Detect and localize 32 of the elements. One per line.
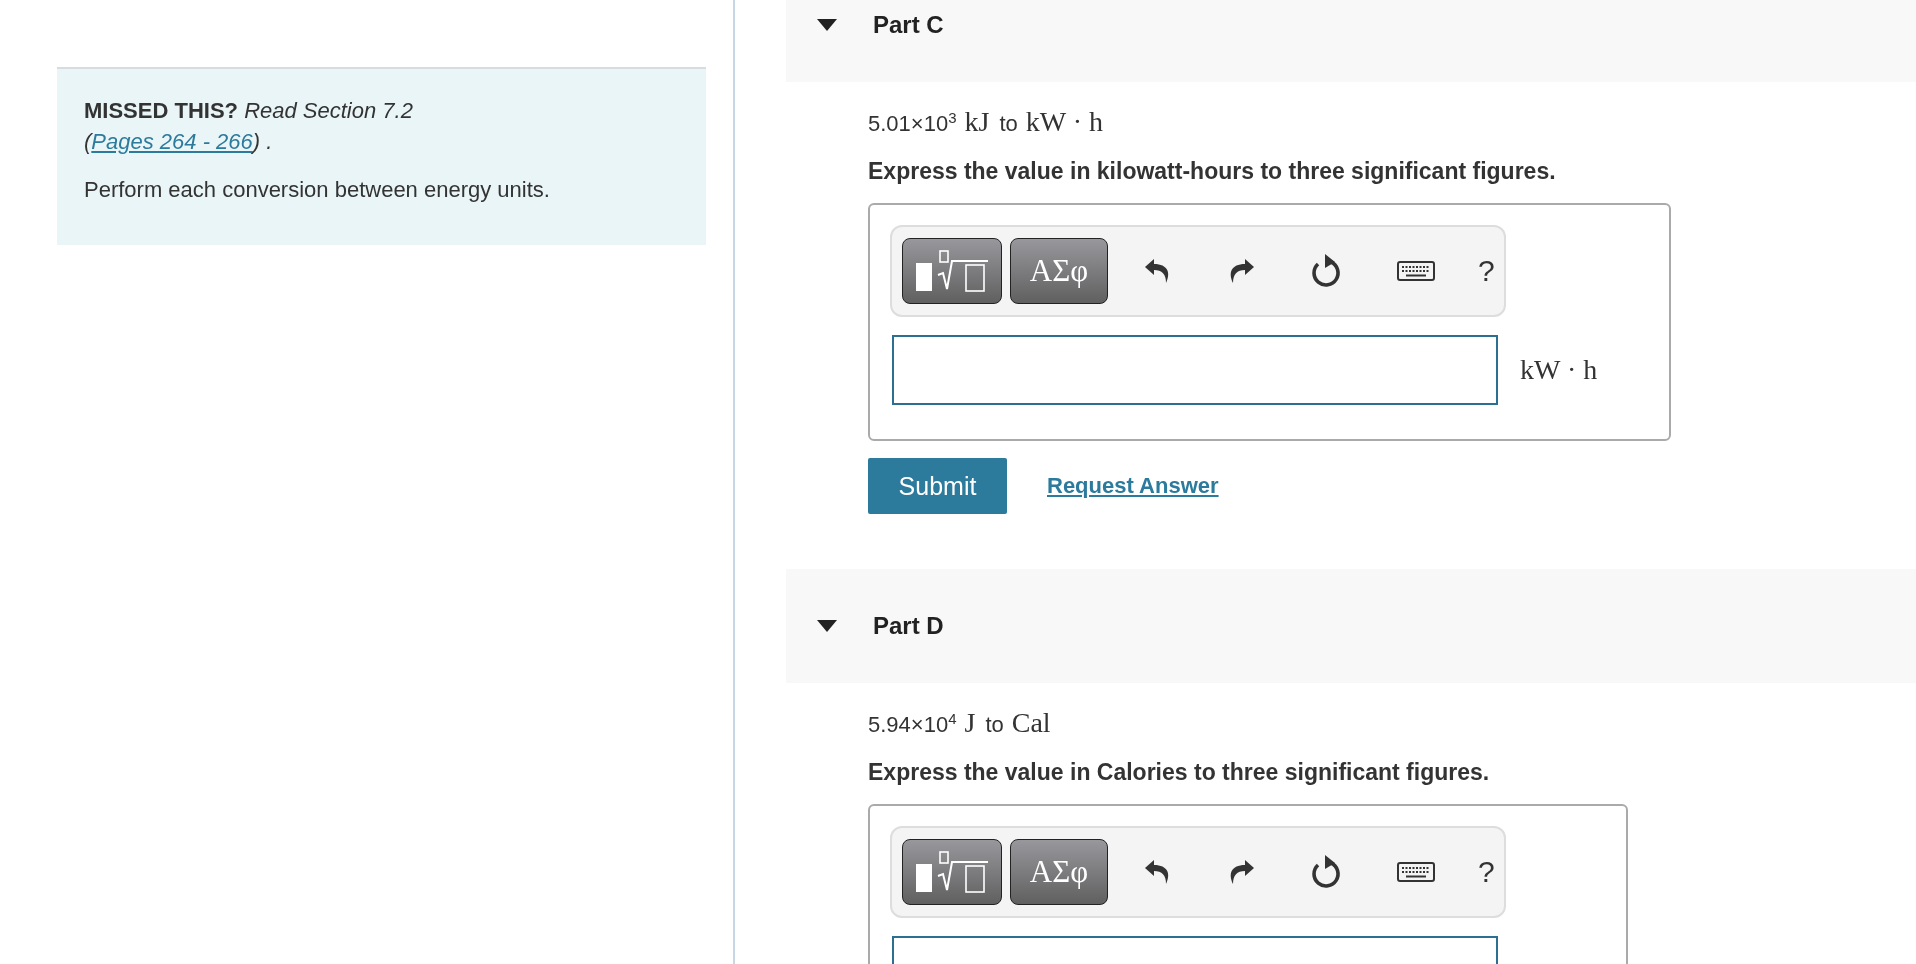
part-header[interactable]: Part C — [786, 0, 1916, 82]
problem-value: 5.01×10$^{3}$ — [868, 108, 957, 137]
reset-icon[interactable] — [1310, 855, 1342, 889]
to-text: to — [999, 111, 1018, 137]
target-unit: kW · h — [1025, 106, 1103, 138]
help-button[interactable]: ? — [1478, 855, 1495, 889]
prompt-text: Express the value in kilowatt-hours to three significant figures. — [868, 158, 1557, 185]
request-answer-link[interactable]: Request Answer — [1047, 473, 1219, 499]
instructions-text: Perform each conversion between energy units. — [84, 177, 551, 203]
symbols-button[interactable]: ΑΣφ — [1010, 839, 1108, 905]
collapse-caret-icon[interactable] — [817, 19, 837, 31]
hint-text: MISSED THIS? Read Section 7.2 (Pages 264 - 266) . — [84, 97, 414, 156]
prompt-text: Express the value in Calories to three significant figures. — [868, 759, 1491, 786]
answer-unit: kW · h — [1520, 354, 1598, 386]
answer-field[interactable] — [892, 335, 1498, 405]
keyboard-icon[interactable] — [1397, 862, 1435, 882]
templates-button[interactable] — [902, 238, 1002, 304]
problem-unit: J — [964, 707, 976, 739]
target-unit: Cal — [1011, 707, 1051, 739]
part-title: Part D — [873, 612, 944, 640]
templates-button[interactable] — [902, 839, 1002, 905]
part-title: Part C — [873, 11, 944, 39]
collapse-caret-icon[interactable] — [817, 620, 837, 632]
part-header[interactable]: Part D — [786, 569, 1916, 683]
keyboard-icon[interactable] — [1397, 261, 1435, 281]
problem-value: 5.94×10$^{4}$ — [868, 709, 957, 738]
symbols-button[interactable]: ΑΣφ — [1010, 238, 1108, 304]
reset-icon[interactable] — [1310, 254, 1342, 288]
help-button[interactable]: ? — [1478, 254, 1495, 288]
to-text: to — [985, 712, 1004, 738]
submit-button[interactable]: Submit — [868, 458, 1007, 514]
problem-unit: kJ — [964, 106, 990, 138]
